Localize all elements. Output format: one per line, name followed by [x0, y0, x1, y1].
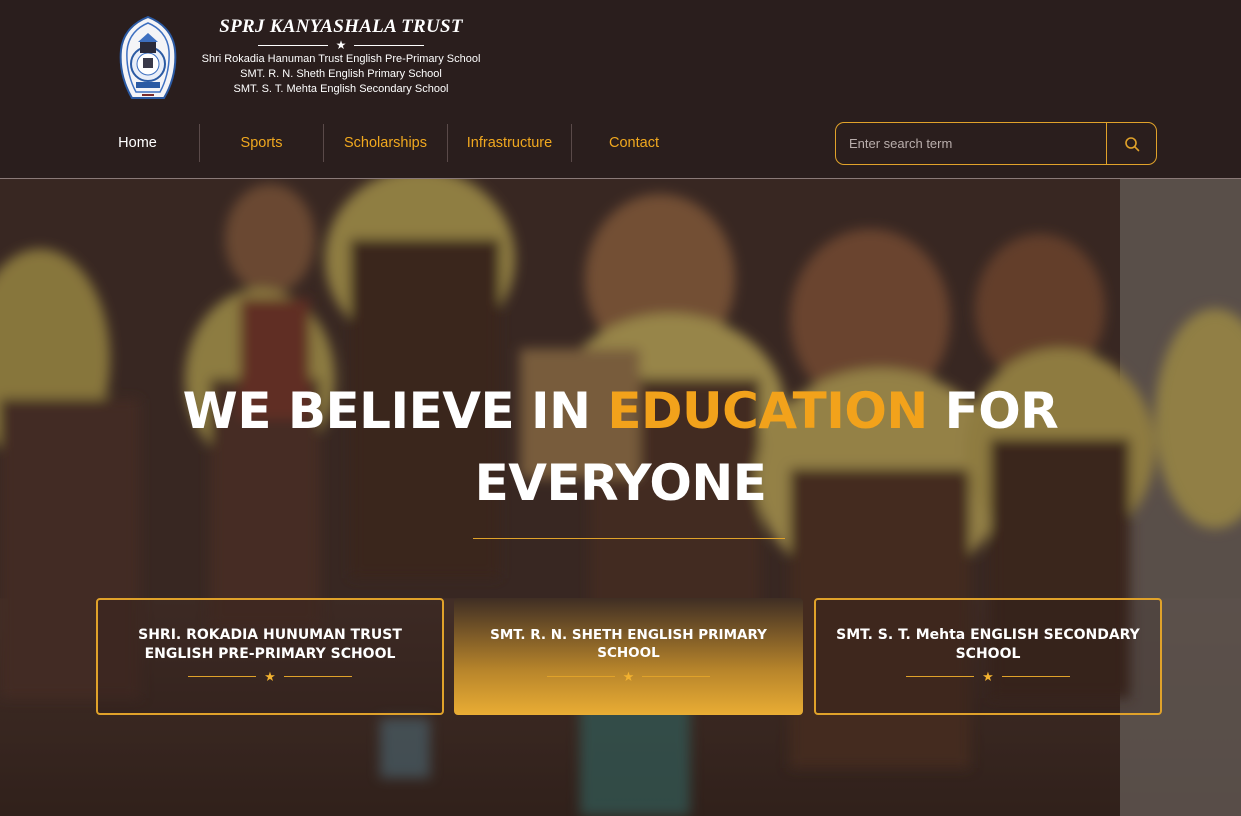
- school-card-title: SMT. S. T. Mehta ENGLISH SECONDARY SCHOO…: [836, 627, 1140, 662]
- search-button[interactable]: [1106, 123, 1156, 164]
- hero-heading-line2: EVERYONE: [474, 454, 767, 512]
- search-box: [835, 122, 1157, 165]
- star-icon: ★: [982, 669, 994, 684]
- brand-block: SPRJ KANYASHALA TRUST ★ Shri Rokadia Han…: [196, 16, 486, 97]
- divider-line: [906, 676, 975, 677]
- divider-line: [546, 676, 615, 677]
- divider-line: [642, 676, 711, 677]
- school-card-primary[interactable]: SMT. R. N. SHETH ENGLISH PRIMARY SCHOOL …: [454, 598, 803, 715]
- main-nav: Home Sports Scholarships Infrastructure …: [76, 124, 696, 162]
- card-divider: ★: [816, 670, 1160, 683]
- brand-title: SPRJ KANYASHALA TRUST: [219, 16, 463, 37]
- star-icon: ★: [622, 669, 635, 684]
- nav-contact[interactable]: Contact: [572, 124, 696, 162]
- school-crest-logo[interactable]: [118, 15, 178, 102]
- divider-line: [283, 676, 352, 677]
- school-card-title: SMT. R. N. SHETH ENGLISH PRIMARY SCHOOL: [490, 627, 767, 661]
- school-card-title: SHRI. ROKADIA HUNUMAN TRUST ENGLISH PRE-…: [138, 627, 402, 662]
- hero-heading-part2: FOR: [927, 382, 1059, 440]
- star-icon: ★: [335, 38, 347, 52]
- search-input[interactable]: [836, 123, 1106, 164]
- hero-heading: WE BELIEVE IN EDUCATION FOR EVERYONE: [0, 375, 1241, 519]
- nav-scholarships[interactable]: Scholarships: [324, 124, 448, 162]
- hero-divider: [473, 538, 785, 539]
- school-cards: SHRI. ROKADIA HUNUMAN TRUST ENGLISH PRE-…: [96, 598, 1162, 715]
- brand-school-1: Shri Rokadia Hanuman Trust English Pre-P…: [201, 53, 481, 65]
- hero-heading-highlight: EDUCATION: [607, 382, 928, 440]
- brand-school-3: SMT. S. T. Mehta English Secondary Schoo…: [233, 83, 449, 95]
- school-card-secondary[interactable]: SMT. S. T. Mehta ENGLISH SECONDARY SCHOO…: [814, 598, 1162, 715]
- divider-line: [188, 676, 257, 677]
- divider-line: [257, 44, 328, 46]
- card-divider: ★: [454, 670, 803, 683]
- nav-sports[interactable]: Sports: [200, 124, 324, 162]
- nav-infrastructure[interactable]: Infrastructure: [448, 124, 572, 162]
- nav-home[interactable]: Home: [76, 124, 200, 162]
- brand-divider: ★: [196, 38, 486, 52]
- search-icon: [1124, 136, 1139, 151]
- divider-line: [354, 44, 425, 46]
- site-header: SPRJ KANYASHALA TRUST ★ Shri Rokadia Han…: [0, 0, 1241, 178]
- card-divider: ★: [98, 670, 442, 683]
- star-icon: ★: [264, 669, 276, 684]
- school-card-pre-primary[interactable]: SHRI. ROKADIA HUNUMAN TRUST ENGLISH PRE-…: [96, 598, 444, 715]
- hero-heading-part1: WE BELIEVE IN: [182, 382, 608, 440]
- hero-section: WE BELIEVE IN EDUCATION FOR EVERYONE SHR…: [0, 178, 1241, 816]
- divider-line: [1001, 676, 1070, 677]
- brand-school-2: SMT. R. N. Sheth English Primary School: [240, 68, 442, 80]
